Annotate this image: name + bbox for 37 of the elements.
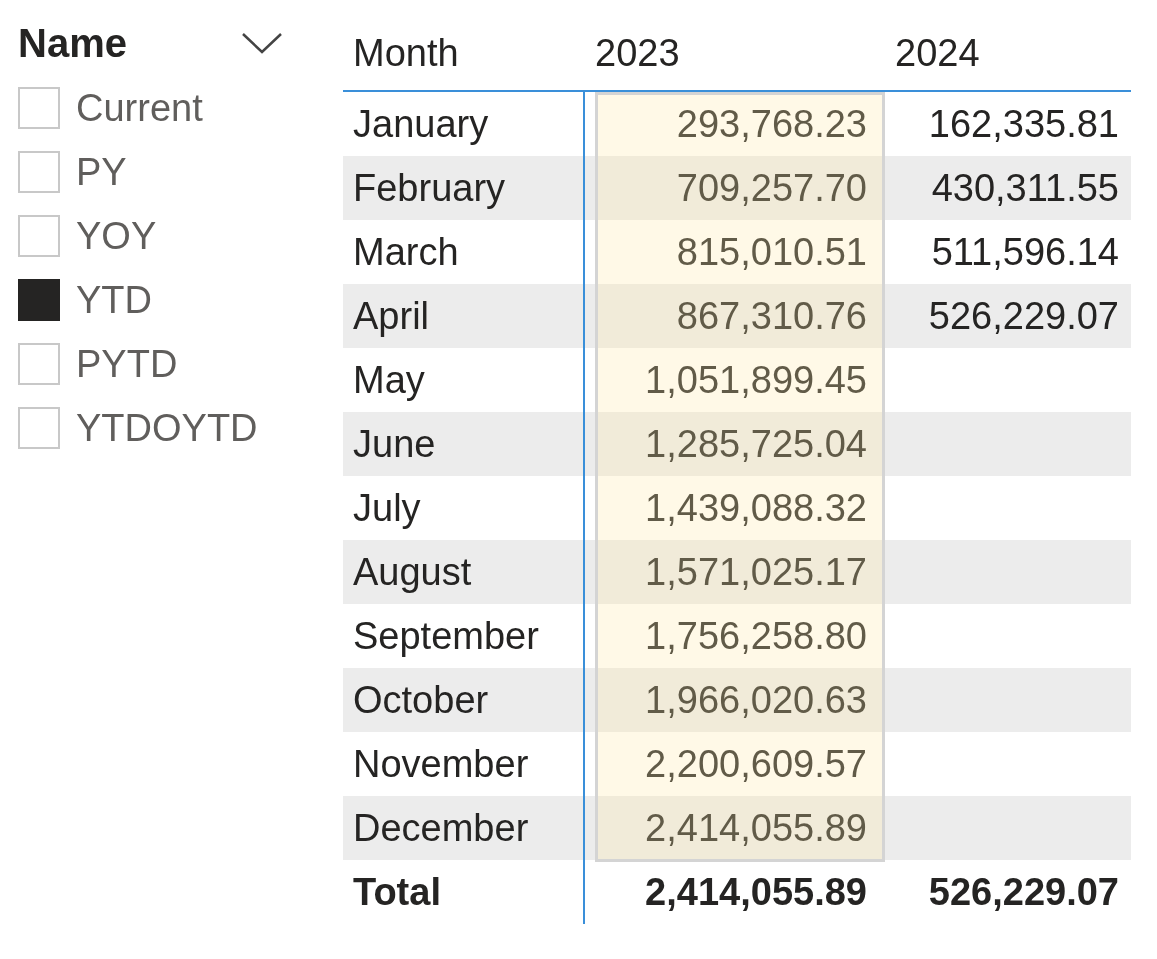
column-header[interactable]: Month xyxy=(343,16,585,92)
row-header: April xyxy=(343,284,585,348)
row-header: December xyxy=(343,796,585,860)
table-cell-text: 511,596.14 xyxy=(930,229,1120,275)
slicer-item-label[interactable]: PYTD xyxy=(76,342,178,386)
table-cell: 430,311.55 xyxy=(885,156,1131,220)
table-cell-text: 1,756,258.80 xyxy=(644,613,868,659)
slicer-item-label[interactable]: Current xyxy=(76,86,203,130)
table-cell-text: 293,768.23 xyxy=(675,101,868,147)
table-cell: 1,285,725.04 xyxy=(585,412,885,476)
table-cell-text: 162,335.81 xyxy=(927,101,1120,147)
table-cell-text: 1,051,899.45 xyxy=(644,357,868,403)
table-cell-text: 815,010.51 xyxy=(675,229,868,275)
table-cell: 2,414,055.89 xyxy=(585,796,885,860)
slicer-item-label[interactable]: PY xyxy=(76,150,127,194)
total-label: Total xyxy=(343,860,585,924)
row-header: February xyxy=(343,156,585,220)
total-cell-text: 526,229.07 xyxy=(927,869,1120,915)
table-cell: 709,257.70 xyxy=(585,156,885,220)
table-cell-text: 2,200,609.57 xyxy=(644,741,868,787)
row-header: August xyxy=(343,540,585,604)
table-cell-text: 1,439,088.32 xyxy=(644,485,868,531)
table-cell: 867,310.76 xyxy=(585,284,885,348)
slicer-title: Name xyxy=(18,20,127,66)
column-header[interactable]: 2024 xyxy=(885,16,1131,92)
table-cell: 1,966,020.63 xyxy=(585,668,885,732)
table-cell: 1,571,025.17 xyxy=(585,540,885,604)
slicer-item-label[interactable]: YTD xyxy=(76,278,152,322)
checkbox[interactable] xyxy=(18,279,60,321)
total-cell-text: 2,414,055.89 xyxy=(644,869,868,915)
column-header[interactable]: 2023 xyxy=(585,16,885,92)
slicer-item-label[interactable]: YTDOYTD xyxy=(76,406,258,450)
row-header: June xyxy=(343,412,585,476)
slicer-item-label[interactable]: YOY xyxy=(76,214,157,258)
table-cell: 526,229.07 xyxy=(885,284,1131,348)
row-header: October xyxy=(343,668,585,732)
chevron-down-icon[interactable] xyxy=(241,32,283,54)
